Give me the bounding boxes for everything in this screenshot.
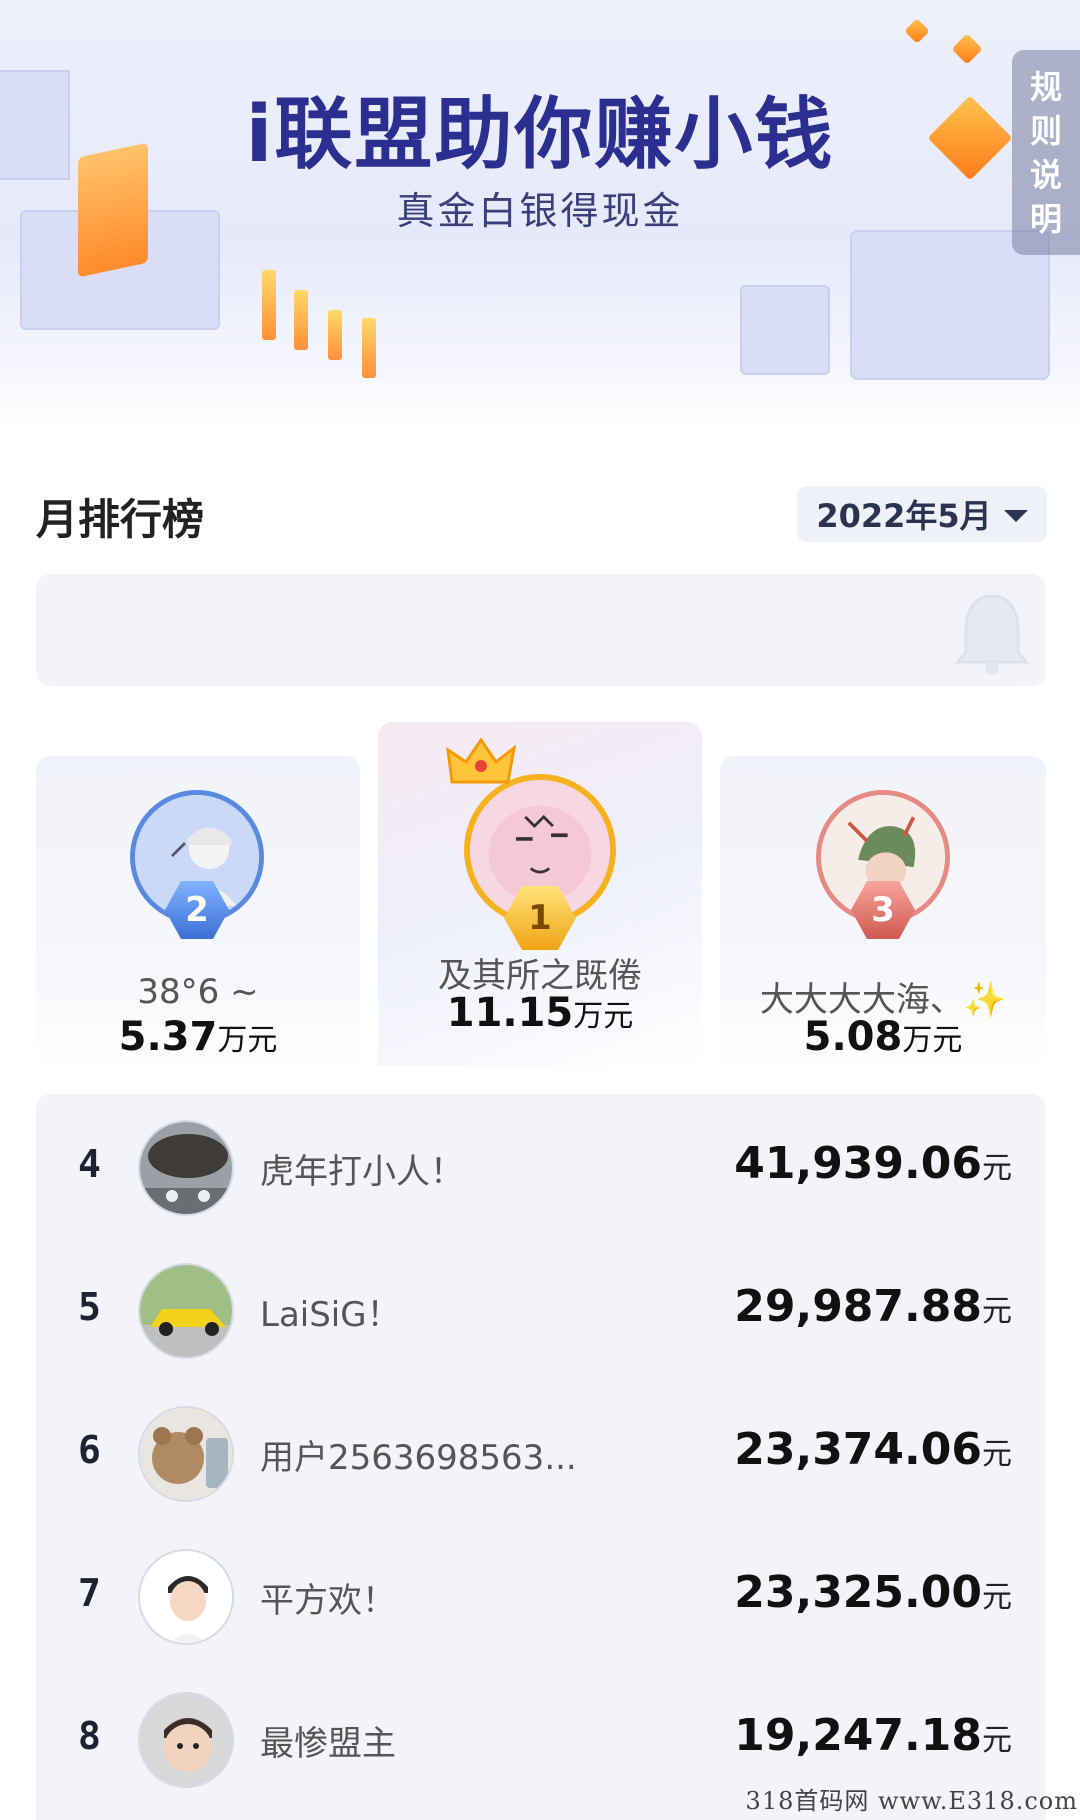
avatar <box>138 1406 234 1502</box>
baby-portrait-avatar <box>140 1694 232 1786</box>
decor-cube-small-2 <box>951 33 983 65</box>
earnings-value: 19,247.18 <box>734 1710 982 1761</box>
teddy-bear-avatar <box>140 1408 232 1500</box>
month-selector[interactable]: 2022年5月 <box>797 486 1047 542</box>
watermark: 318首码网 www.E318.com <box>745 1787 1078 1815</box>
user-name: 平方欢！ <box>260 1581 396 1621</box>
podium-amount-second: 5.37万元 <box>36 1014 360 1060</box>
rank-number: 8 <box>78 1714 101 1758</box>
earnings-amount: 23,325.00元 <box>734 1567 1012 1618</box>
rules-char-1: 规 <box>1029 67 1062 106</box>
podium-amount-third: 5.08万元 <box>720 1014 1046 1060</box>
bell-icon <box>954 594 1030 675</box>
avatar-first: 1 <box>464 774 616 950</box>
avatar <box>138 1263 234 1359</box>
rank-number: 6 <box>78 1428 101 1472</box>
podium-card-third[interactable]: 3 大大大大海、✨ 5.08万元 <box>720 756 1046 1066</box>
month-selector-value: 2022年5月 <box>816 497 992 535</box>
storm-scene-avatar <box>140 1122 232 1214</box>
avatar <box>138 1549 234 1645</box>
earnings-unit: 元 <box>982 1294 1012 1329</box>
notice-bar[interactable] <box>36 574 1046 686</box>
earnings-amount: 19,247.18元 <box>734 1710 1012 1761</box>
rank-number: 5 <box>78 1285 101 1329</box>
list-item[interactable]: 6 用户2563698563... 23,374.06元 <box>36 1400 1046 1510</box>
list-item[interactable]: 7 平方欢！ 23,325.00元 <box>36 1543 1046 1653</box>
podium-amount-value-third: 5.08 <box>803 1014 903 1060</box>
podium-rank-2: 2 <box>185 890 209 930</box>
podium-amount-value-first: 11.15 <box>446 990 574 1036</box>
podium-amount-unit-first: 万元 <box>573 999 634 1034</box>
banner-title: i联盟助你赚小钱 <box>245 90 835 180</box>
earnings-amount: 29,987.88元 <box>734 1281 1012 1332</box>
list-item[interactable]: 4 虎年打小人！ 41,939.06元 <box>36 1114 1046 1224</box>
user-name: 最惨盟主 <box>260 1724 396 1764</box>
podium-amount-value-second: 5.37 <box>118 1014 218 1060</box>
earnings-amount: 41,939.06元 <box>734 1138 1012 1189</box>
earnings-value: 41,939.06 <box>734 1138 982 1189</box>
podium-card-first[interactable]: 1 及其所之既倦 11.15万元 <box>378 722 702 1066</box>
user-name: 虎年打小人！ <box>260 1152 464 1192</box>
avatar-third: 3 <box>816 790 950 939</box>
decor-building-right <box>740 285 830 375</box>
decor-bar-1 <box>262 270 276 340</box>
earnings-unit: 元 <box>982 1580 1012 1615</box>
list-item[interactable]: 8 最惨盟主 19,247.18元 <box>36 1686 1046 1796</box>
rules-char-4: 明 <box>1029 199 1062 238</box>
banner-subtitle: 真金白银得现金 <box>396 189 684 233</box>
decor-cube-small <box>904 18 930 44</box>
list-item[interactable]: 5 LaiSiG！ 29,987.88元 <box>36 1257 1046 1367</box>
podium-amount-first: 11.15万元 <box>378 990 702 1036</box>
user-name: 用户2563698563... <box>260 1438 577 1478</box>
earnings-amount: 23,374.06元 <box>734 1424 1012 1475</box>
podium-rank-3: 3 <box>871 890 895 930</box>
earnings-unit: 元 <box>982 1151 1012 1186</box>
earnings-value: 23,325.00 <box>734 1567 982 1618</box>
rank-number: 7 <box>78 1571 101 1615</box>
rank-list: 4 虎年打小人！ 41,939.06元 5 LaiSiG！ 29,987.88元… <box>36 1094 1046 1820</box>
podium-card-second[interactable]: 2 38°6 ~ 5.37万元 <box>36 756 360 1066</box>
decor-bar-4 <box>362 318 376 378</box>
boy-portrait-avatar <box>140 1551 232 1643</box>
earnings-value: 29,987.88 <box>734 1281 982 1332</box>
rules-button[interactable]: 规 则 说 明 <box>1012 50 1080 255</box>
avatar <box>138 1692 234 1788</box>
chevron-down-icon <box>1003 510 1028 522</box>
page-title: 月排行榜 <box>36 495 205 544</box>
avatar <box>138 1120 234 1216</box>
podium-name-second: 38°6 ~ <box>137 972 259 1012</box>
decor-bar-2 <box>294 290 308 350</box>
decor-bar-3 <box>328 310 342 360</box>
rules-char-2: 则 <box>1029 111 1062 150</box>
avatar-second: 2 <box>130 790 264 939</box>
earnings-unit: 元 <box>982 1723 1012 1758</box>
rules-char-3: 说 <box>1029 155 1062 194</box>
podium-rank-1: 1 <box>528 898 552 938</box>
earnings-unit: 元 <box>982 1437 1012 1472</box>
yellow-car-avatar <box>140 1265 232 1357</box>
user-name: LaiSiG！ <box>260 1295 401 1335</box>
podium-amount-unit-third: 万元 <box>902 1023 963 1058</box>
podium-amount-unit-second: 万元 <box>217 1023 278 1058</box>
rank-number: 4 <box>78 1142 101 1186</box>
earnings-value: 23,374.06 <box>734 1424 982 1475</box>
crown-icon <box>446 737 516 784</box>
banner: i联盟助你赚小钱 真金白银得现金 规 则 说 明 <box>0 0 1080 430</box>
